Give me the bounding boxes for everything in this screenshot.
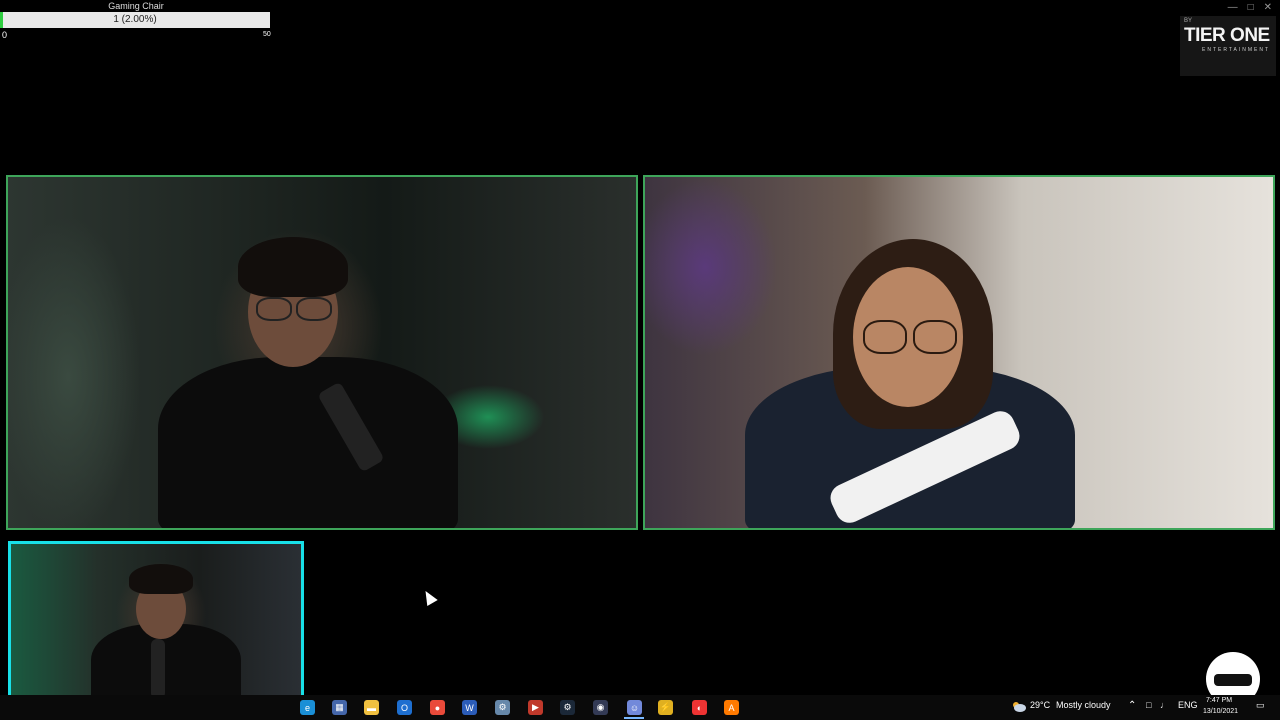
steam-icon[interactable]: ⚙ <box>560 700 575 715</box>
network-icon[interactable]: □ <box>1146 700 1151 710</box>
notifications-icon[interactable]: ▭ <box>1256 700 1265 711</box>
host-body <box>158 357 458 528</box>
host-hands-on-head <box>238 237 348 297</box>
weather-text[interactable]: Mostly cloudy <box>1056 700 1111 710</box>
guest-cam <box>643 175 1275 530</box>
logo-by-text: BY <box>1184 18 1193 24</box>
goal-progress-bar: 1 (2.00%) <box>0 12 270 28</box>
mouse-cursor-icon <box>420 587 438 607</box>
logo-main-text: TIER ONE <box>1184 25 1270 46</box>
volume-icon[interactable]: ♩ <box>1160 700 1169 710</box>
small-cam-host <box>8 541 304 711</box>
logo-sub-text: ENTERTAINMENT <box>1202 47 1271 53</box>
weather-icon <box>1013 702 1026 712</box>
word-icon[interactable]: W <box>462 700 477 715</box>
edge-icon[interactable]: e <box>300 700 315 715</box>
chrome-icon[interactable]: ● <box>430 700 445 715</box>
small-host-hands <box>129 564 193 594</box>
mascot-sunglasses-icon <box>1214 674 1252 686</box>
tier-one-logo: BY TIER ONE ENTERTAINMENT <box>1180 16 1276 76</box>
discord-icon[interactable]: ☺ <box>627 700 642 715</box>
tray-chevron-up-icon[interactable]: ⌃ <box>1128 700 1136 711</box>
goal-min-label: 0 <box>2 30 8 40</box>
main-cam-host <box>6 175 638 530</box>
taskbar-active-indicator <box>624 717 644 719</box>
weather-temp[interactable]: 29°C <box>1030 700 1050 710</box>
illustrator-icon[interactable]: A <box>724 700 739 715</box>
goal-max-label: 50 <box>263 31 271 38</box>
clock-date[interactable]: 13/10/2021 <box>1203 708 1238 715</box>
goal-title: Gaming Chair <box>108 1 164 11</box>
outlook-icon[interactable]: O <box>397 700 412 715</box>
language-indicator[interactable]: ENG <box>1178 700 1198 710</box>
guest-glasses-icon-2 <box>913 320 957 354</box>
store-icon[interactable]: ▦ <box>332 700 347 715</box>
host-glasses-icon-2 <box>296 297 332 321</box>
maximize-icon[interactable]: □ <box>1248 2 1254 13</box>
window-controls: — □ ✕ <box>1228 2 1272 13</box>
davinci-icon[interactable]: ◐ <box>692 700 707 715</box>
file-explorer-icon[interactable]: ▬ <box>364 700 379 715</box>
obs-icon[interactable]: ◉ <box>593 700 608 715</box>
host-glasses-icon <box>256 297 292 321</box>
small-host-mic <box>151 639 165 699</box>
goal-widget: Gaming Chair 1 (2.00%) 0 50 <box>0 0 272 40</box>
twitch-studio-icon[interactable]: ▶ <box>528 700 543 715</box>
app-icon[interactable]: ⚙ <box>495 700 510 715</box>
guest-glasses-icon <box>863 320 907 354</box>
goal-progress-text: 1 (2.00%) <box>113 14 157 25</box>
clock-time[interactable]: 7:47 PM <box>1206 697 1232 704</box>
minimize-icon[interactable]: — <box>1228 2 1238 13</box>
close-icon[interactable]: ✕ <box>1264 2 1272 13</box>
thunder-icon[interactable]: ⚡ <box>658 700 673 715</box>
